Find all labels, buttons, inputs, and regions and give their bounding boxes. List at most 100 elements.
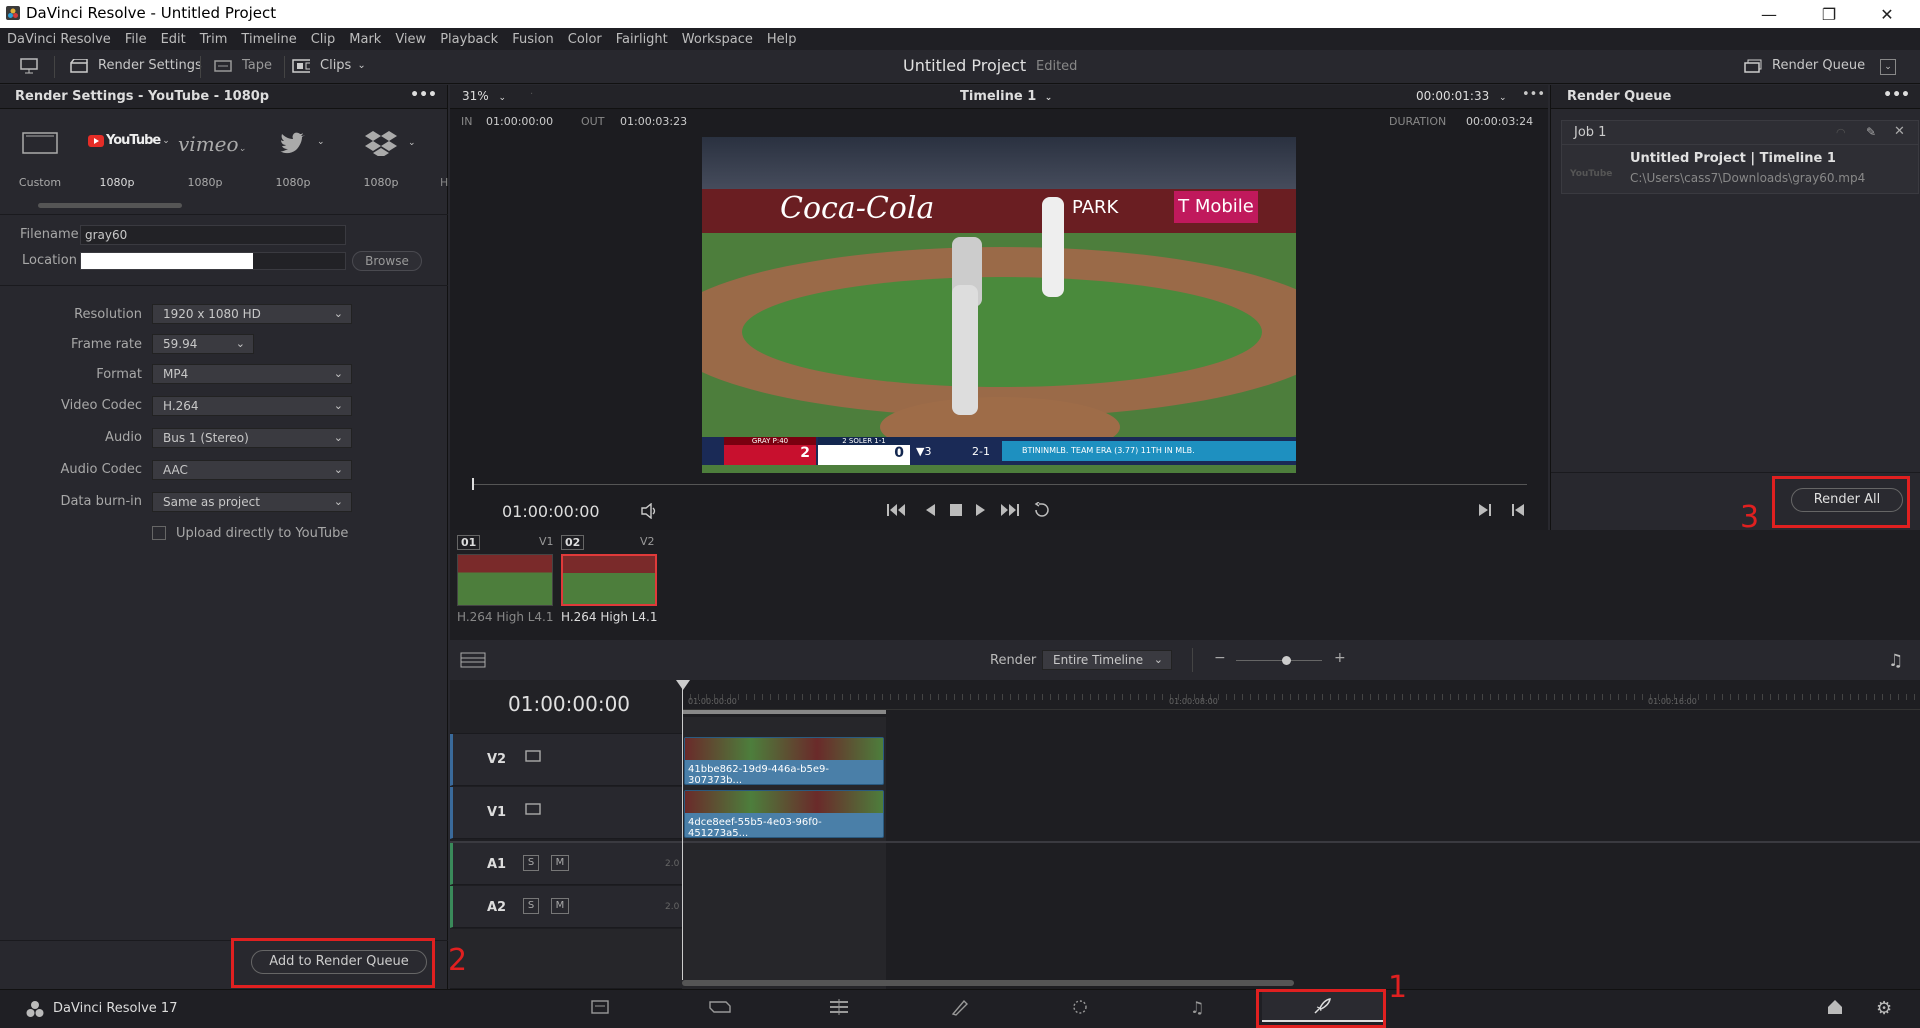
data-burnin-select[interactable]: Same as project ⌄ (152, 492, 352, 512)
render-queue-panel: Render Queue ••• Job 1 ◠ ✎ ✕ YouTube Unt… (1550, 85, 1920, 530)
mute-button[interactable]: M (551, 855, 569, 871)
zoom-out-icon[interactable]: − (1214, 650, 1226, 666)
browse-button[interactable]: Browse (352, 251, 422, 271)
menu-playback[interactable]: Playback (440, 32, 498, 47)
delete-job-icon[interactable]: ✕ (1894, 124, 1905, 139)
playhead-handle[interactable] (676, 680, 690, 690)
solo-button[interactable]: S (523, 898, 539, 914)
fairlight-page-icon[interactable]: ♫ (1190, 998, 1214, 1020)
scrubber-track[interactable] (472, 484, 1527, 485)
format-label: Format (96, 367, 142, 382)
preset-youtube-label: 1080p (99, 176, 135, 189)
next-frame-icon[interactable] (1478, 503, 1492, 517)
tape-toggle[interactable]: Tape (214, 58, 272, 73)
tape-icon (214, 59, 232, 72)
job-path: C:\Users\cass7\Downloads\gray60.mp4 (1630, 171, 1866, 185)
loop-icon[interactable] (1032, 502, 1052, 518)
menu-color[interactable]: Color (568, 32, 602, 47)
music-note-icon[interactable]: ♫ (1888, 651, 1903, 671)
job-card[interactable]: Job 1 ◠ ✎ ✕ YouTube Untitled Project | T… (1561, 120, 1919, 194)
audio-codec-select[interactable]: AAC ⌄ (152, 460, 352, 480)
more-options-icon[interactable]: ••• (410, 87, 437, 103)
vimeo-preset-icon[interactable]: vimeo⌄ (178, 132, 246, 156)
minimize-button[interactable]: — (1746, 0, 1792, 28)
color-page-icon[interactable] (1070, 998, 1094, 1020)
video-codec-select[interactable]: H.264 ⌄ (152, 396, 352, 416)
track-name: A1 (487, 857, 507, 872)
volume-icon[interactable] (640, 503, 658, 519)
team1-score: 2 (800, 445, 810, 461)
location-input[interactable] (80, 252, 346, 270)
cut-page-icon[interactable] (708, 998, 732, 1020)
timeline-clip-v2[interactable]: 41bbe862-19d9-446a-b5e9-307373b... (684, 737, 884, 786)
media-page-icon[interactable] (590, 998, 614, 1020)
render-queue-label: Render Queue (1772, 58, 1866, 73)
timeline-select[interactable]: Timeline 1 ⌄ (960, 89, 1052, 104)
twitter-preset-icon[interactable]: ⌄ (279, 130, 325, 154)
viewer-options-icon[interactable]: ••• (1522, 87, 1545, 102)
filename-input[interactable]: gray60 (80, 225, 346, 245)
menu-davinci[interactable]: DaVinci Resolve (7, 32, 111, 47)
playhead[interactable] (682, 680, 683, 980)
menu-view[interactable]: View (395, 32, 426, 47)
resolution-select[interactable]: 1920 x 1080 HD ⌄ (152, 304, 352, 324)
preset-scrollbar[interactable] (38, 203, 182, 208)
clips-toggle[interactable]: Clips ⌄ (292, 58, 366, 73)
timeline-clip-v1[interactable]: 4dce8eef-55b5-4e03-96f0-451273a5... (684, 790, 884, 839)
mute-button[interactable]: M (551, 898, 569, 914)
render-range-select[interactable]: Entire Timeline ⌄ (1042, 650, 1172, 670)
stop-icon[interactable] (950, 504, 962, 516)
home-icon[interactable] (1826, 998, 1850, 1020)
audio-select[interactable]: Bus 1 (Stereo) ⌄ (152, 428, 352, 448)
prev-frame-icon[interactable] (1511, 503, 1525, 517)
solo-button[interactable]: S (523, 855, 539, 871)
menu-file[interactable]: File (125, 32, 147, 47)
menu-help[interactable]: Help (767, 32, 797, 47)
expand-chevron-icon[interactable]: ⌄ (1880, 59, 1896, 75)
menu-trim[interactable]: Trim (200, 32, 228, 47)
skip-back-icon[interactable] (886, 503, 906, 517)
timeline-ruler[interactable]: 01:00:00:00 01:00:08:00 01:00:16:00 (682, 680, 1920, 714)
render-settings-toggle[interactable]: Render Settings (70, 58, 202, 73)
timecode-header: 01:00:00:00 (450, 680, 682, 734)
settings-gear-icon[interactable]: ⚙ (1876, 998, 1900, 1020)
dropbox-preset-icon[interactable]: ⌄ (364, 130, 416, 156)
infield-grass (742, 277, 1262, 387)
play-reverse-icon[interactable] (924, 503, 936, 517)
queue-options-icon[interactable]: ••• (1883, 87, 1910, 103)
zoom-select[interactable]: 31% ⌄ (462, 89, 506, 103)
edit-page-icon[interactable] (828, 998, 852, 1020)
video-track-icon[interactable] (525, 803, 541, 815)
render-queue-toggle[interactable]: Render Queue (1744, 58, 1865, 73)
skip-forward-icon[interactable] (1000, 503, 1020, 517)
youtube-preset-icon[interactable]: YouTube ⌄ (88, 133, 170, 148)
zoom-slider-track[interactable] (1236, 660, 1322, 661)
timeline-scrollbar[interactable] (682, 980, 1294, 986)
menu-edit[interactable]: Edit (161, 32, 186, 47)
video-track-icon[interactable] (525, 750, 541, 762)
menu-fusion[interactable]: Fusion (512, 32, 554, 47)
upload-youtube-checkbox[interactable] (152, 526, 166, 540)
menu-fairlight[interactable]: Fairlight (616, 32, 668, 47)
clip-thumbnail[interactable] (457, 554, 553, 606)
monitor-icon[interactable] (20, 58, 38, 74)
timeline-view-icon[interactable] (460, 652, 486, 668)
clip-thumbnail-selected[interactable] (561, 554, 657, 606)
menu-mark[interactable]: Mark (349, 32, 381, 47)
fusion-page-icon[interactable] (950, 998, 974, 1020)
close-window-button[interactable]: ✕ (1864, 0, 1910, 28)
format-select[interactable]: MP4 ⌄ (152, 364, 352, 384)
custom-preset-icon[interactable] (22, 132, 58, 154)
restore-button[interactable]: ❐ (1806, 0, 1852, 28)
menu-workspace[interactable]: Workspace (682, 32, 753, 47)
play-icon[interactable] (975, 503, 987, 517)
zoom-slider-handle[interactable] (1282, 656, 1291, 665)
scrubber-handle[interactable] (472, 478, 474, 490)
menu-timeline[interactable]: Timeline (241, 32, 296, 47)
zoom-in-icon[interactable]: + (1334, 650, 1346, 666)
menu-clip[interactable]: Clip (311, 32, 336, 47)
window-title: DaVinci Resolve - Untitled Project (26, 4, 277, 22)
edit-pencil-icon[interactable]: ✎ (1866, 125, 1876, 139)
framerate-select[interactable]: 59.94 ⌄ (152, 334, 254, 354)
timecode-select[interactable]: 00:00:01:33 ⌄ (1416, 89, 1507, 103)
